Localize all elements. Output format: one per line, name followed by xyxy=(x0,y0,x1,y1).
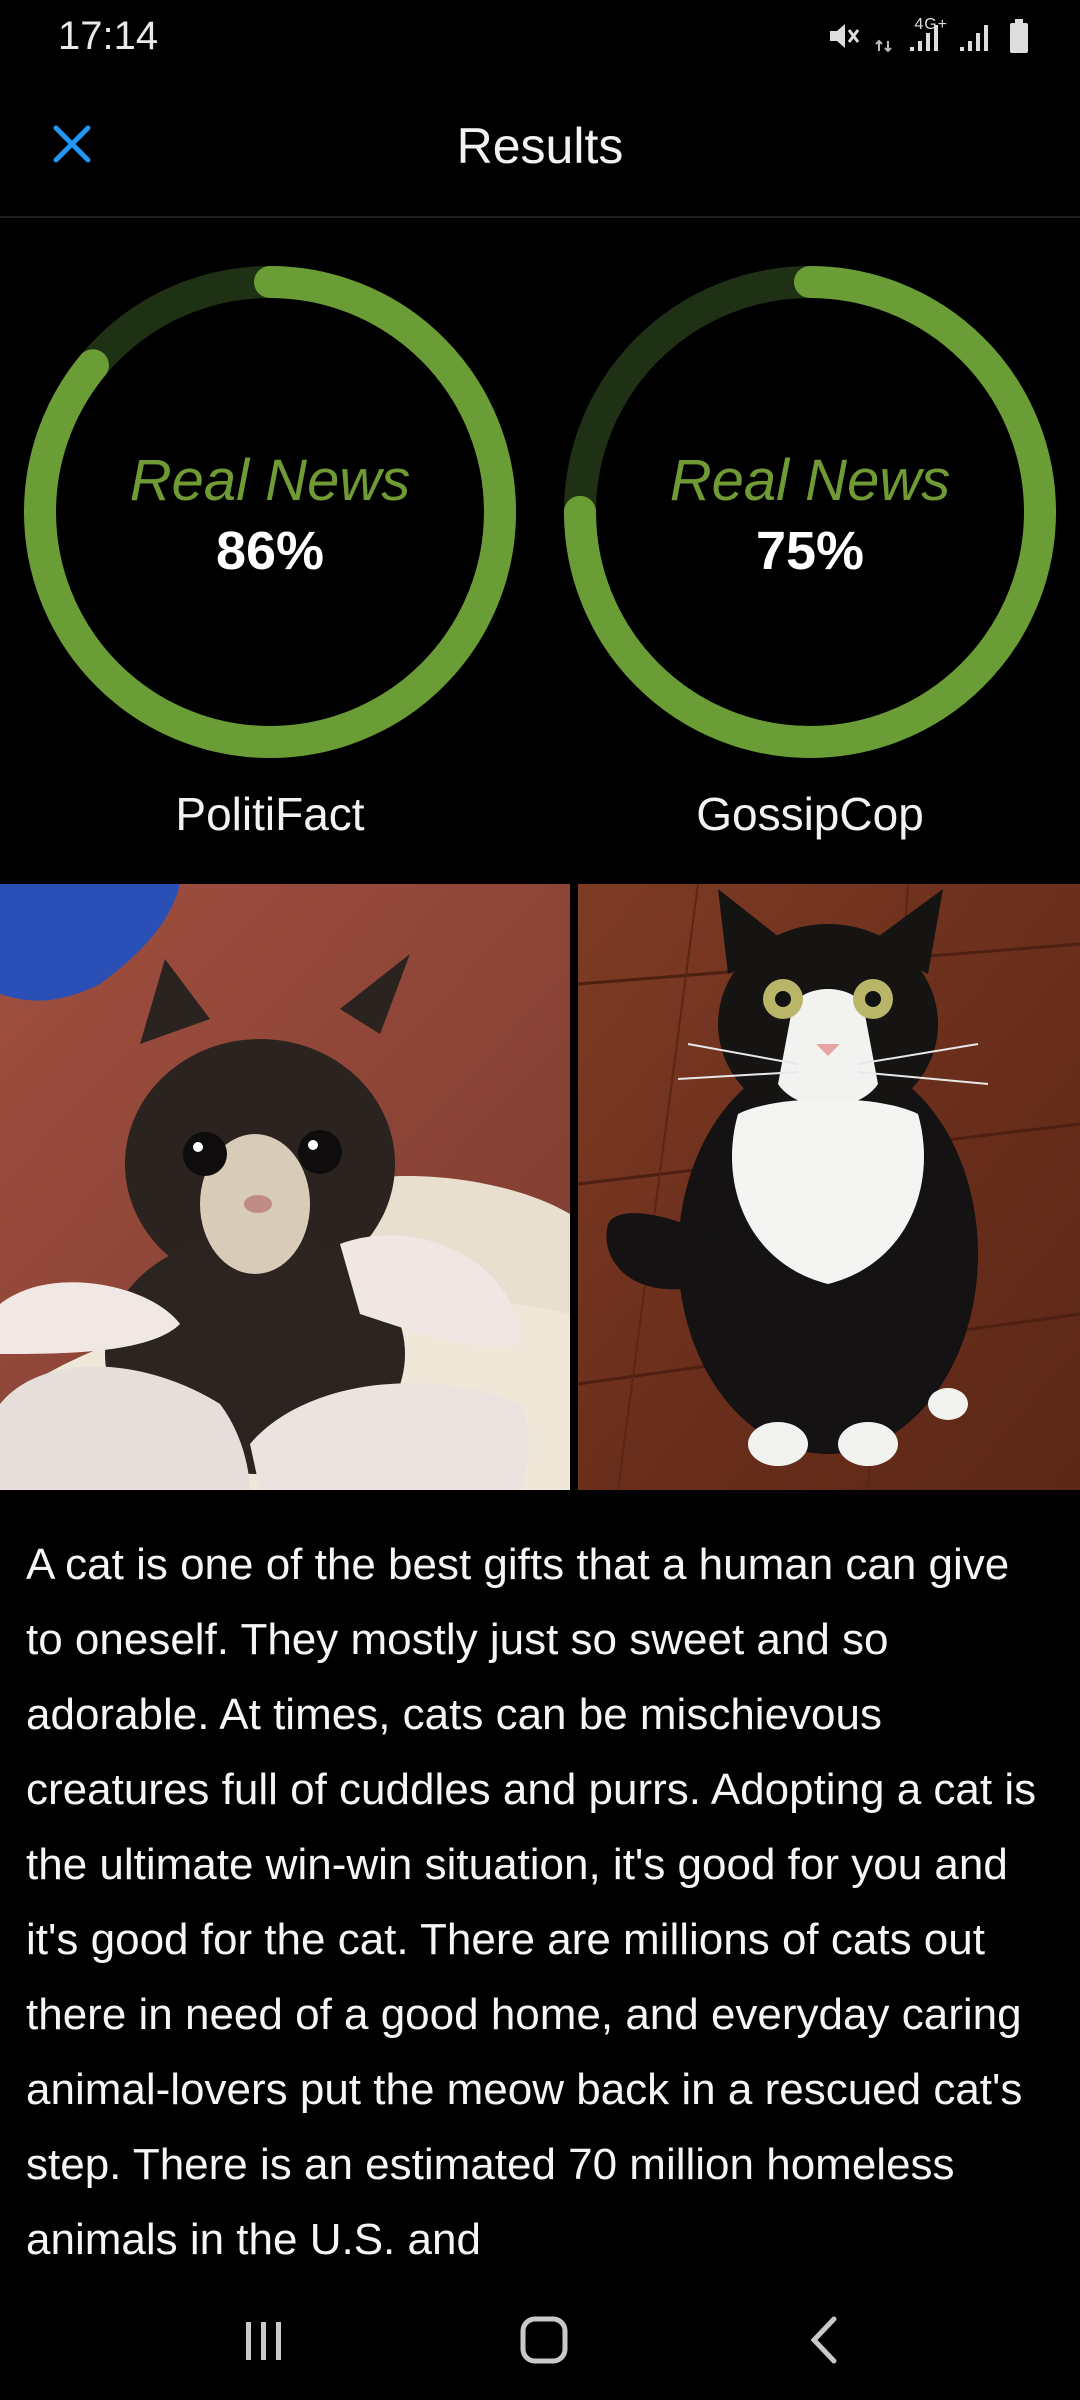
signal-icon xyxy=(908,19,944,53)
status-time: 17:14 xyxy=(58,14,159,58)
app-bar: Results xyxy=(0,74,1080,218)
home-button[interactable] xyxy=(484,2306,604,2378)
gauge-source: GossipCop xyxy=(696,788,924,840)
gauge-label: Real News xyxy=(129,448,411,513)
result-gauges: Real News 86% PolitiFact Real News 75% G… xyxy=(0,218,1080,883)
article-images xyxy=(0,884,1080,1490)
gauge-politifact: Real News 86% PolitiFact xyxy=(0,218,540,883)
battery-icon xyxy=(1008,18,1030,54)
gauge-value: 75% xyxy=(755,521,865,581)
page-title: Results xyxy=(456,118,624,174)
gauge-source: PolitiFact xyxy=(175,788,365,840)
recent-apps-button[interactable] xyxy=(204,2306,324,2378)
back-button[interactable] xyxy=(764,2306,884,2378)
status-bar: 17:14 4G+ xyxy=(0,0,1080,74)
back-icon xyxy=(804,2315,844,2370)
home-icon xyxy=(519,2315,569,2370)
photo-kitten-in-gloved-hands xyxy=(0,884,570,1490)
gauge-value: 86% xyxy=(215,521,325,581)
mute-icon xyxy=(826,19,860,53)
status-icons xyxy=(826,14,1030,58)
article-text: A cat is one of the best gifts that a hu… xyxy=(26,1540,1037,2264)
navigation-bar xyxy=(0,2284,1080,2400)
gauge-gossipcop: Real News 75% GossipCop xyxy=(540,218,1080,883)
recent-apps-icon xyxy=(242,2318,286,2367)
photo-tuxedo-cat-on-floor xyxy=(578,884,1080,1490)
signal-icon xyxy=(958,19,994,53)
network-4g-icon xyxy=(874,19,894,53)
gauge-label: Real News xyxy=(669,448,951,513)
